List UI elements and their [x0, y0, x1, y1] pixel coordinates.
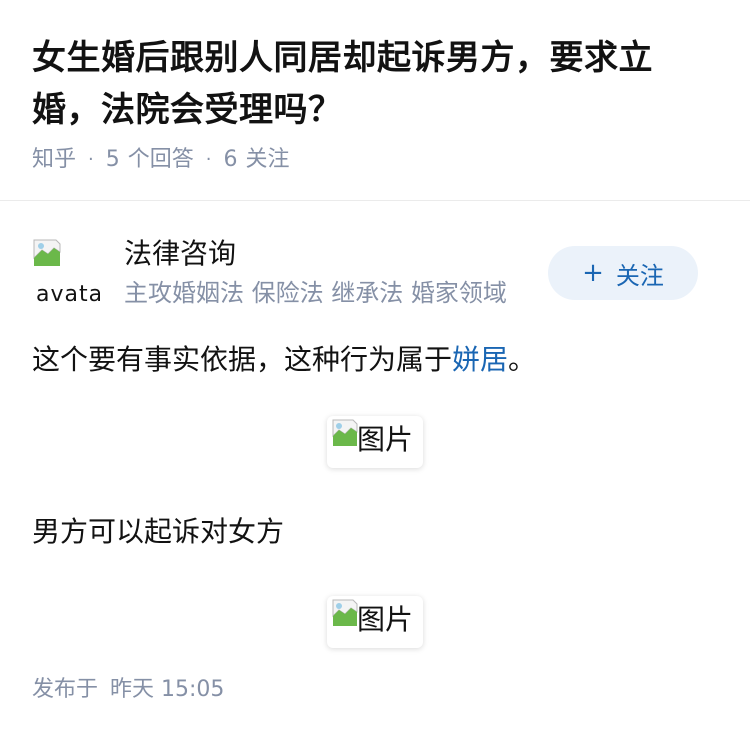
answer-count-label: 个回答	[127, 147, 194, 172]
question-title[interactable]: 女生婚后跟别人同居却起诉男方，要求立婚，法院会受理吗？	[32, 32, 718, 136]
plus-icon: +	[582, 258, 604, 288]
source-label: 知乎	[32, 147, 77, 172]
author-bio: 主攻婚姻法 保险法 继承法 婚家领域	[124, 279, 507, 307]
answer-image[interactable]: 图片	[327, 596, 423, 648]
answer-paragraph: 男方可以起诉对女方	[32, 515, 285, 548]
broken-image-icon	[33, 239, 61, 266]
question-header: 女生婚后跟别人同居却起诉男方，要求立婚，法院会受理吗？ 知乎 · 5 个回答 ·…	[32, 32, 718, 176]
author-card: avatar 法律咨询 主攻婚姻法 保险法 继承法 婚家领域 + 关注	[32, 234, 718, 314]
image-alt-text: 图片	[357, 423, 414, 456]
keyword-link[interactable]: 姘居	[452, 343, 508, 376]
image-alt-text: 图片	[357, 603, 414, 636]
answer-image[interactable]: 图片	[327, 416, 423, 468]
answer-content: 这个要有事实依据，这种行为属于姘居。 图片 男方可以起诉对女方 图片	[32, 336, 718, 648]
broken-image-icon	[332, 419, 358, 446]
follower-count: 6	[223, 147, 238, 172]
question-meta: 知乎 · 5 个回答 · 6 关注	[32, 144, 718, 176]
answer-image-wrapper: 图片	[32, 596, 718, 648]
published-label: 发布于	[32, 677, 99, 702]
publish-info: 发布于 昨天 15:05	[32, 674, 224, 706]
answer-paragraph-text: 这个要有事实依据，这种行为属于	[32, 343, 453, 376]
author-name[interactable]: 法律咨询	[124, 234, 236, 274]
avatar-alt-text: avatar	[36, 282, 100, 306]
broken-image-icon	[332, 599, 358, 626]
follower-count-label: 关注	[245, 147, 290, 172]
follow-button[interactable]: + 关注	[548, 246, 698, 300]
answer-count: 5	[105, 147, 120, 172]
section-divider	[0, 200, 750, 201]
published-time: 昨天 15:05	[110, 677, 225, 702]
answer-image-wrapper: 图片	[32, 416, 718, 468]
meta-separator: ·	[88, 149, 94, 170]
answer-paragraph: 这个要有事实依据，这种行为属于姘居。	[32, 336, 718, 384]
follow-button-label: 关注	[615, 261, 664, 290]
avatar[interactable]: avatar	[32, 238, 100, 306]
answer-paragraph-punct: 。	[508, 343, 537, 376]
meta-separator: ·	[205, 149, 212, 170]
